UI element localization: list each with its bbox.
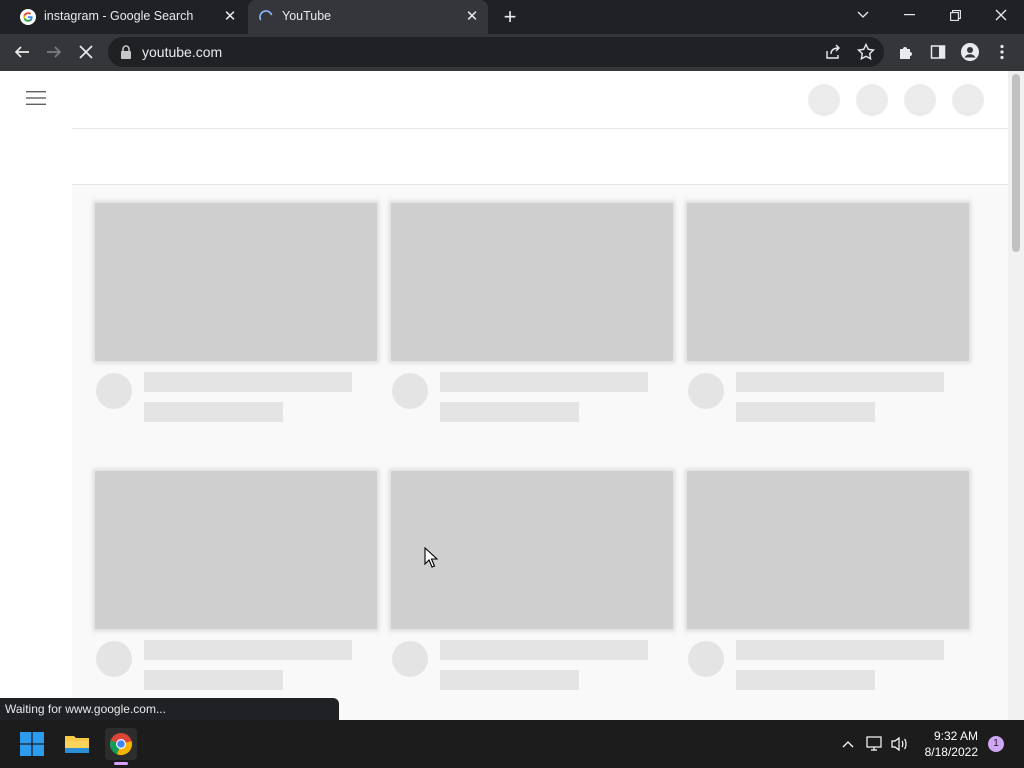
- person-icon: [961, 43, 979, 61]
- thumbnail-placeholder: [95, 203, 377, 361]
- arrow-left-icon: [14, 46, 29, 58]
- close-tab-icon[interactable]: ✕: [464, 9, 480, 25]
- lock-icon: [121, 45, 131, 59]
- chevron-down-icon: [857, 11, 869, 18]
- title-placeholder: [440, 640, 648, 660]
- url-text: youtube.com: [142, 44, 223, 60]
- start-button[interactable]: [16, 728, 48, 760]
- scrollbar-thumb[interactable]: [1012, 74, 1020, 252]
- tab-youtube[interactable]: YouTube ✕: [248, 0, 488, 34]
- clock[interactable]: 9:32 AM 8/18/2022: [918, 728, 978, 760]
- stop-loading-button[interactable]: [72, 38, 100, 66]
- google-icon: [20, 9, 36, 25]
- avatar-placeholder: [392, 373, 428, 409]
- file-explorer-button[interactable]: [61, 728, 93, 760]
- meta-placeholder: [144, 670, 283, 690]
- title-placeholder: [440, 372, 648, 392]
- title-placeholder: [736, 640, 944, 660]
- header-placeholder-circle: [904, 84, 936, 116]
- youtube-header: [0, 71, 1008, 128]
- chip-bar-placeholder: [72, 128, 1008, 185]
- close-window-button[interactable]: [978, 0, 1024, 30]
- video-card-placeholder: [95, 471, 377, 697]
- profile-button[interactable]: [956, 38, 984, 66]
- windows-logo-icon: [20, 732, 44, 756]
- side-panel-icon: [930, 45, 946, 59]
- tab-search-button[interactable]: [840, 0, 886, 30]
- network-button[interactable]: [865, 734, 885, 754]
- new-tab-button[interactable]: +: [498, 5, 522, 29]
- close-icon: [995, 9, 1007, 21]
- minimize-icon: [903, 14, 915, 16]
- puzzle-icon: [900, 47, 912, 59]
- tab-title: instagram - Google Search: [44, 9, 194, 23]
- more-vertical-icon: [1000, 44, 1004, 60]
- restore-button[interactable]: [932, 0, 978, 30]
- status-bubble: Waiting for www.google.com...: [0, 698, 339, 720]
- side-panel-button[interactable]: [924, 38, 952, 66]
- share-icon[interactable]: [823, 42, 843, 62]
- restore-icon: [949, 9, 961, 21]
- browser-toolbar: youtube.com: [0, 34, 1024, 71]
- clock-date: 8/18/2022: [924, 745, 978, 759]
- thumbnail-placeholder: [95, 471, 377, 629]
- meta-placeholder: [736, 670, 875, 690]
- avatar-placeholder: [96, 641, 132, 677]
- avatar-placeholder: [96, 373, 132, 409]
- extensions-button[interactable]: [892, 38, 920, 66]
- tab-google-search[interactable]: instagram - Google Search ✕: [8, 0, 246, 34]
- guide-strip: [0, 128, 72, 720]
- menu-button[interactable]: [988, 38, 1016, 66]
- chrome-taskbar-button[interactable]: [105, 728, 137, 760]
- meta-placeholder: [440, 402, 579, 422]
- thumbnail-placeholder: [391, 203, 673, 361]
- mouse-cursor-icon: [424, 547, 438, 568]
- header-placeholder-circle: [856, 84, 888, 116]
- thumbnail-placeholder: [687, 471, 969, 629]
- title-placeholder: [736, 372, 944, 392]
- avatar-placeholder: [392, 641, 428, 677]
- show-hidden-icons-button[interactable]: [838, 734, 858, 754]
- meta-placeholder: [736, 402, 875, 422]
- header-placeholder-circle: [808, 84, 840, 116]
- video-card-placeholder: [391, 471, 673, 697]
- volume-button[interactable]: [890, 734, 910, 754]
- tab-title: YouTube: [282, 9, 332, 23]
- star-bookmark-icon[interactable]: [856, 42, 876, 62]
- video-card-placeholder: [95, 203, 377, 429]
- video-card-placeholder: [391, 203, 673, 429]
- title-placeholder: [144, 640, 352, 660]
- page-scrollbar[interactable]: [1008, 71, 1024, 720]
- clock-time: 9:32 AM: [933, 729, 978, 743]
- close-tab-icon[interactable]: ✕: [222, 9, 238, 25]
- speaker-icon: [891, 736, 907, 752]
- arrow-right-icon: [47, 46, 62, 58]
- chevron-up-icon: [842, 741, 854, 748]
- active-app-indicator: [114, 762, 128, 765]
- tab-strip: instagram - Google Search ✕ YouTube ✕ +: [0, 0, 1024, 34]
- folder-icon: [65, 736, 89, 753]
- video-card-placeholder: [687, 471, 969, 697]
- loading-spinner-icon: [259, 10, 273, 21]
- chrome-icon: [109, 733, 133, 756]
- title-placeholder: [144, 372, 352, 392]
- youtube-page: [0, 71, 1024, 720]
- meta-placeholder: [144, 402, 283, 422]
- forward-button[interactable]: [40, 38, 68, 66]
- video-card-placeholder: [687, 203, 969, 429]
- header-placeholder-circle: [952, 84, 984, 116]
- avatar-placeholder: [688, 373, 724, 409]
- notification-badge[interactable]: 1: [988, 736, 1004, 752]
- avatar-placeholder: [688, 641, 724, 677]
- address-bar[interactable]: youtube.com: [108, 37, 884, 67]
- hamburger-menu-icon[interactable]: [26, 90, 46, 106]
- network-monitor-icon: [866, 736, 882, 751]
- meta-placeholder: [440, 670, 579, 690]
- minimize-button[interactable]: [886, 0, 932, 30]
- stop-x-icon: [79, 45, 93, 59]
- back-button[interactable]: [8, 38, 36, 66]
- windows-taskbar: 9:32 AM 8/18/2022 1: [0, 720, 1024, 768]
- thumbnail-placeholder: [687, 203, 969, 361]
